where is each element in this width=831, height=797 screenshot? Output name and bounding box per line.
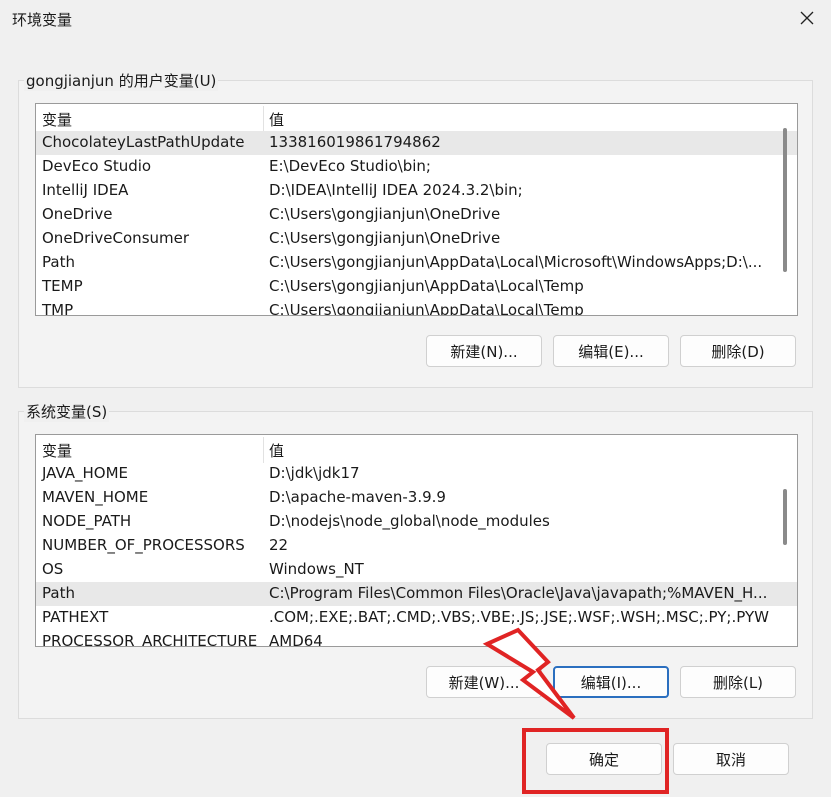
variable-name-cell: ChocolateyLastPathUpdate [42,133,245,151]
variable-name-cell: JAVA_HOME [42,464,129,482]
table-row[interactable]: DevEco Studio E:\DevEco Studio\bin; [36,155,797,179]
variable-name-cell: OneDrive [42,205,113,223]
system-variables-list[interactable]: 变量 值 JAVA_HOME D:\jdk\jdk17 MAVEN_HOME D:\a… [35,434,798,647]
user-new-button[interactable]: 新建(N)... [426,335,542,367]
variable-value-cell: .COM;.EXE;.BAT;.CMD;.VBS;.VBE;.JS;.JSE;.… [269,608,769,626]
table-row[interactable]: OneDrive C:\Users\gongjianjun\OneDrive [36,203,797,227]
title-bar: 环境变量 [0,0,831,38]
variable-value-cell: D:\apache-maven-3.9.9 [269,488,446,506]
variable-name-cell: MAVEN_HOME [42,488,149,506]
close-button[interactable] [790,2,824,34]
system-delete-button[interactable]: 删除(L) [680,666,796,698]
column-header-variable[interactable]: 变量 [42,440,72,461]
list-header: 变量 值 [36,106,797,130]
system-edit-button[interactable]: 编辑(I)... [553,666,669,698]
table-row[interactable]: PATHEXT .COM;.EXE;.BAT;.CMD;.VBS;.VBE;.JS… [36,606,797,630]
variable-name-cell: OS [42,560,64,578]
variable-name-cell: DevEco Studio [42,157,152,175]
variable-value-cell: C:\Users\gongjianjun\AppData\Local\Temp [269,277,584,295]
variable-value-cell: D:\nodejs\node_global\node_modules [269,512,550,530]
list-header: 变量 值 [36,437,797,461]
variable-name-cell: Path [42,253,75,271]
table-row[interactable]: JAVA_HOME D:\jdk\jdk17 [36,462,797,486]
variable-value-cell: E:\DevEco Studio\bin; [269,157,431,175]
column-header-value[interactable]: 值 [269,440,769,461]
variable-name-cell: NODE_PATH [42,512,132,530]
variable-value-cell: Windows_NT [269,560,364,578]
variable-value-cell: C:\Users\gongjianjun\OneDrive [269,205,501,223]
annotation-highlight-box [522,728,669,794]
user-delete-button[interactable]: 删除(D) [680,335,796,367]
variable-name-cell: TEMP [42,277,83,295]
table-row[interactable]: IntelliJ IDEA D:\IDEA\IntelliJ IDEA 2024.… [36,179,797,203]
column-header-value[interactable]: 值 [269,109,769,130]
table-row[interactable]: Path C:\Program Files\Common Files\Oracle… [36,582,797,606]
window-title: 环境变量 [12,11,73,29]
variable-name-cell: NUMBER_OF_PROCESSORS [42,536,245,554]
variable-value-cell: D:\IDEA\IntelliJ IDEA 2024.3.2\bin; [269,181,523,199]
table-row[interactable]: NUMBER_OF_PROCESSORS 22 [36,534,797,558]
variable-value-cell: D:\jdk\jdk17 [269,464,360,482]
system-list-scrollbar[interactable] [783,489,787,545]
close-icon [800,11,814,25]
cancel-button[interactable]: 取消 [673,743,789,775]
table-row[interactable]: OS Windows_NT [36,558,797,582]
variable-value-cell: C:\Users\gongjianjun\AppData\Local\Temp [269,301,584,316]
column-separator[interactable] [263,437,264,463]
table-row[interactable]: MAVEN_HOME D:\apache-maven-3.9.9 [36,486,797,510]
variable-name-cell: OneDriveConsumer [42,229,190,247]
user-list-scrollbar[interactable] [783,128,787,272]
table-row[interactable]: TEMP C:\Users\gongjianjun\AppData\Local\T… [36,275,797,299]
column-separator[interactable] [263,106,264,132]
user-edit-button[interactable]: 编辑(E)... [553,335,669,367]
column-header-variable[interactable]: 变量 [42,109,72,130]
variable-value-cell: 22 [269,536,289,554]
table-row[interactable]: Path C:\Users\gongjianjun\AppData\Local\M… [36,251,797,275]
table-row[interactable]: NODE_PATH D:\nodejs\node_global\node_modu… [36,510,797,534]
user-variables-label: gongjianjun 的用户变量(U) [24,70,219,91]
variable-name-cell: TMP [42,301,74,316]
table-row[interactable]: PROCESSOR_ARCHITECTURE AMD64 [36,630,797,647]
user-variables-list[interactable]: 变量 值 ChocolateyLastPathUpdate 13381601986… [35,103,798,316]
variable-value-cell: C:\Users\gongjianjun\OneDrive [269,229,501,247]
variable-value-cell: C:\Program Files\Common Files\Oracle\Jav… [269,584,768,602]
variable-value-cell: 133816019861794862 [269,133,441,151]
variable-value-cell: C:\Users\gongjianjun\AppData\Local\Micro… [269,253,763,271]
table-row[interactable]: OneDriveConsumer C:\Users\gongjianjun\One… [36,227,797,251]
system-variables-label: 系统变量(S) [24,401,110,422]
table-row[interactable]: TMP C:\Users\gongjianjun\AppData\Local\Te… [36,299,797,316]
variable-name-cell: PROCESSOR_ARCHITECTURE [42,632,258,647]
variable-value-cell: AMD64 [269,632,323,647]
variable-name-cell: Path [42,584,75,602]
variable-name-cell: IntelliJ IDEA [42,181,129,199]
table-row[interactable]: ChocolateyLastPathUpdate 1338160198617948… [36,131,797,155]
variable-name-cell: PATHEXT [42,608,109,626]
system-new-button[interactable]: 新建(W)... [426,666,542,698]
